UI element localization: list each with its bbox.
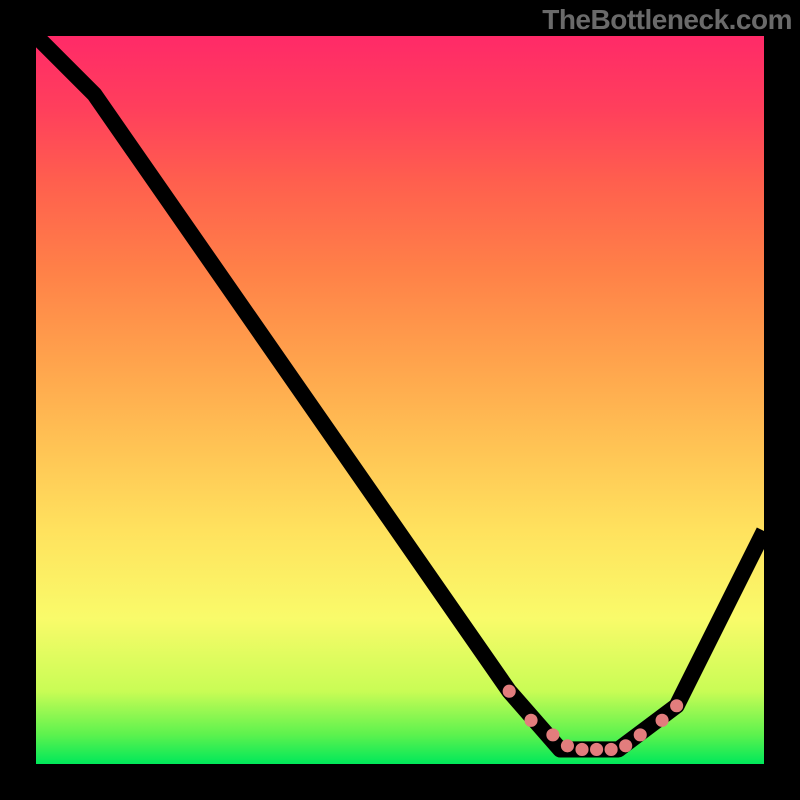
- chart-frame: TheBottleneck.com: [0, 0, 800, 800]
- highlight-dot: [561, 739, 574, 752]
- plot-area: [36, 36, 764, 764]
- chart-svg: [36, 36, 764, 764]
- highlight-dot: [546, 728, 559, 741]
- highlight-dots: [503, 685, 684, 756]
- highlight-dot: [575, 743, 588, 756]
- watermark-text: TheBottleneck.com: [542, 4, 792, 36]
- highlight-dot: [590, 743, 603, 756]
- highlight-dot: [503, 685, 516, 698]
- series-curve: [36, 36, 764, 749]
- highlight-dot: [524, 714, 537, 727]
- highlight-dot: [670, 699, 683, 712]
- highlight-dot: [656, 714, 669, 727]
- highlight-dot: [619, 739, 632, 752]
- highlight-dot: [634, 728, 647, 741]
- highlight-dot: [605, 743, 618, 756]
